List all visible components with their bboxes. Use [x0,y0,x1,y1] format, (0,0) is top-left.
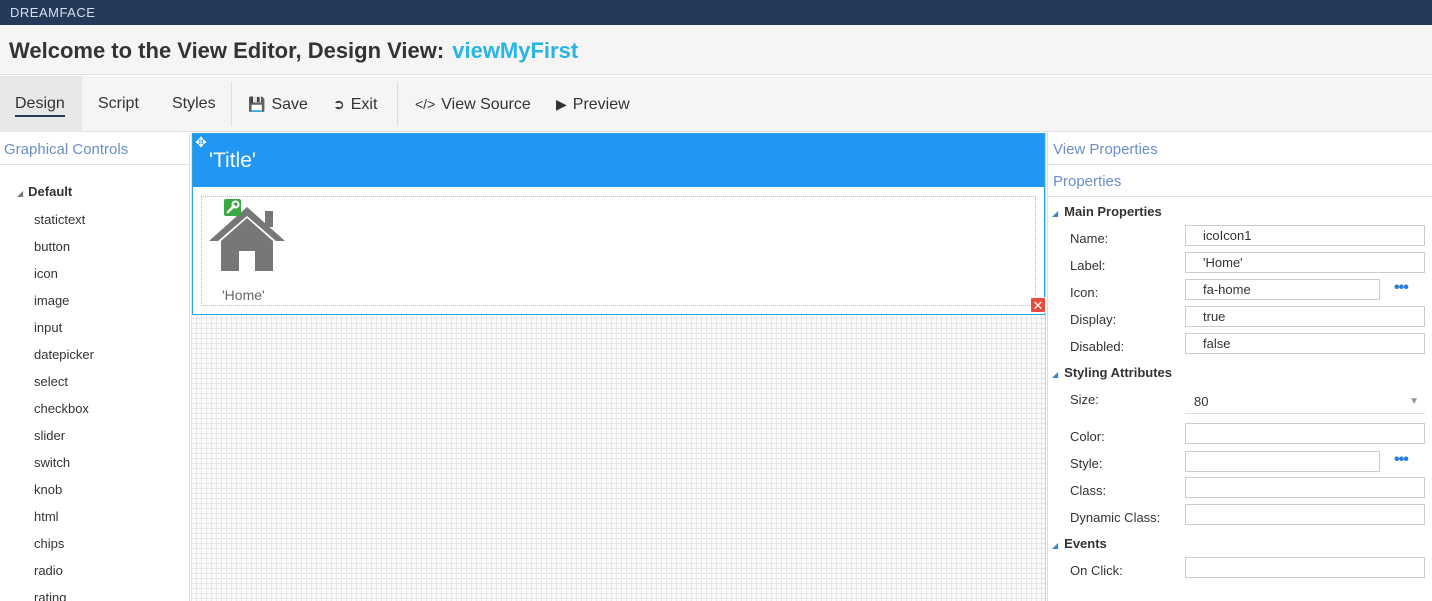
size-select[interactable]: 80 ▼ [1185,390,1425,414]
play-icon: ▶ [556,96,567,112]
dynamic-class-label: Dynamic Class: [1070,510,1161,525]
class-field[interactable] [1185,477,1425,498]
icon-label: 'Home' [222,287,265,303]
control-item[interactable]: radio [34,563,63,578]
display-field[interactable]: true [1185,306,1425,327]
title-bar: Welcome to the View Editor, Design View:… [0,25,1432,75]
label-field[interactable]: 'Home' [1185,252,1425,273]
control-item[interactable]: select [34,374,68,389]
home-icon [209,207,285,271]
properties-panel: View Properties Properties ◢ Main Propert… [1047,133,1432,601]
color-field[interactable] [1185,423,1425,444]
disabled-field[interactable]: false [1185,333,1425,354]
icon-prop-label: Icon: [1070,285,1099,300]
style-label: Style: [1070,456,1103,471]
control-item[interactable]: rating [34,590,67,601]
section-label: Main Properties [1064,204,1162,219]
control-item[interactable]: chips [34,536,64,551]
header-title: 'Title' [209,149,256,172]
view-properties-header[interactable]: View Properties [1048,133,1432,165]
control-item[interactable]: checkbox [34,401,89,416]
section-styling-attributes[interactable]: ◢ Styling Attributes [1052,365,1172,380]
exit-icon: ➲ [333,96,345,112]
disabled-label: Disabled: [1070,339,1125,354]
properties-header[interactable]: Properties [1048,165,1432,197]
tree-root-default[interactable]: ◢ Default [17,184,72,199]
control-item[interactable]: slider [34,428,65,443]
page-title-prefix: Welcome to the View Editor, Design View: [9,38,445,63]
control-item[interactable]: icon [34,266,58,281]
style-field[interactable] [1185,451,1380,472]
wrench-icon[interactable] [224,199,241,216]
graphical-controls-title[interactable]: Graphical Controls [4,141,128,158]
collapse-triangle-icon[interactable]: ◢ [1052,209,1058,218]
collapse-triangle-icon[interactable]: ◢ [1052,370,1058,379]
page-title: Welcome to the View Editor, Design View:… [9,38,578,64]
preview-label: Preview [572,96,630,113]
size-value: 80 [1194,394,1209,409]
label-label: Label: [1070,258,1106,273]
preview-button[interactable]: ▶ Preview [556,76,630,132]
save-icon: 💾 [248,96,266,112]
exit-button[interactable]: ➲ Exit [333,76,377,132]
control-item[interactable]: statictext [34,212,85,227]
save-button[interactable]: 💾 Save [248,76,308,132]
tree-root-label: Default [28,184,73,199]
dynamic-class-field[interactable] [1185,504,1425,525]
design-canvas[interactable]: 'Title' ✥ 'Home' ✕ [191,133,1046,601]
tab-design[interactable]: Design [0,76,82,132]
delete-icon[interactable]: ✕ [1030,297,1046,313]
chevron-down-icon: ▼ [1409,396,1419,407]
control-item[interactable]: image [34,293,69,308]
save-label: Save [271,96,308,113]
view-container[interactable]: 'Title' ✥ 'Home' ✕ [192,133,1046,315]
color-label: Color: [1070,429,1105,444]
section-label: Styling Attributes [1064,365,1173,380]
section-main-properties[interactable]: ◢ Main Properties [1052,204,1162,219]
control-item[interactable]: html [34,509,59,524]
view-source-button[interactable]: </> View Source [415,76,531,132]
view-name: viewMyFirst [452,38,579,63]
toolbar-divider [397,82,398,126]
tab-styles-label: Styles [172,95,216,112]
view-properties-title: View Properties [1053,141,1158,158]
graphical-controls-panel: Graphical Controls ◢ Default statictext bu… [0,133,190,601]
tab-design-label: Design [15,95,65,117]
icon-control[interactable]: 'Home' [201,196,1036,306]
display-label: Display: [1070,312,1117,327]
name-label: Name: [1070,231,1109,246]
section-events[interactable]: ◢ Events [1052,536,1107,551]
control-item[interactable]: datepicker [34,347,94,362]
toolbar-divider [231,82,232,126]
section-label: Events [1064,536,1107,551]
class-label: Class: [1070,483,1107,498]
control-item[interactable]: switch [34,455,70,470]
exit-label: Exit [350,96,378,113]
control-item[interactable]: knob [34,482,62,497]
collapse-triangle-icon[interactable]: ◢ [17,189,23,198]
control-item[interactable]: button [34,239,70,254]
control-item[interactable]: input [34,320,62,335]
panel-divider [0,164,189,165]
more-icon[interactable]: ••• [1394,451,1409,469]
tab-script-label: Script [98,95,139,112]
toolbar: Design Script Styles 💾 Save ➲ Exit </> View… [0,76,1432,132]
brand-logo: DREAMFACE [10,5,96,20]
on-click-label: On Click: [1070,563,1123,578]
size-label: Size: [1070,392,1099,407]
icon-field[interactable]: fa-home [1185,279,1380,300]
view-source-label: View Source [441,96,531,113]
on-click-field[interactable] [1185,557,1425,578]
name-field[interactable]: icoIcon1 [1185,225,1425,246]
code-icon: </> [415,96,436,112]
properties-title: Properties [1053,173,1122,190]
collapse-triangle-icon[interactable]: ◢ [1052,541,1058,550]
view-header[interactable]: 'Title' [193,134,1044,187]
brand-bar: DREAMFACE [0,0,1432,25]
tab-styles[interactable]: Styles [172,76,216,132]
tab-script[interactable]: Script [98,76,139,132]
move-icon[interactable]: ✥ [194,135,208,149]
more-icon[interactable]: ••• [1394,279,1409,297]
